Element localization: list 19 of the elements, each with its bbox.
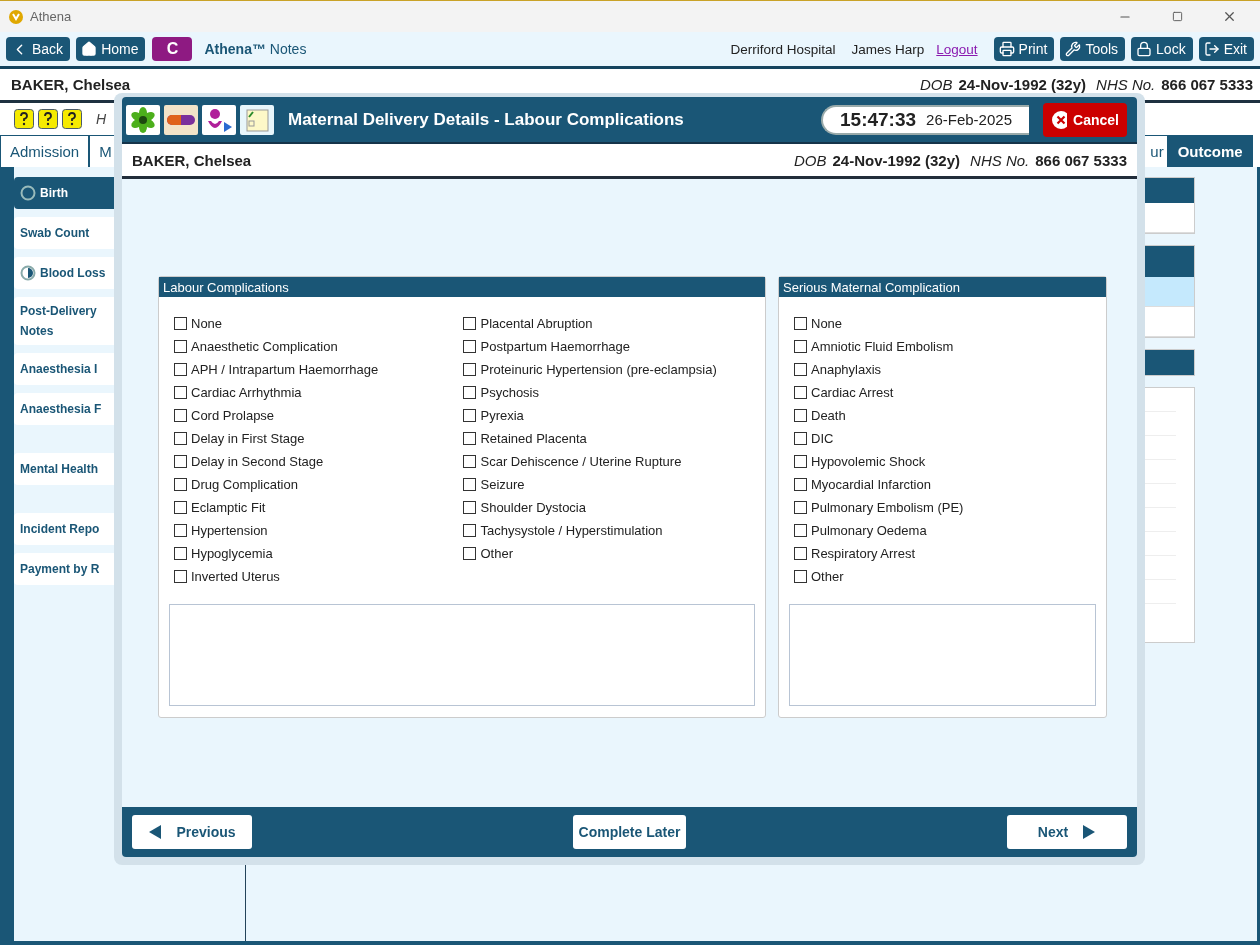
window-title: Athena [30, 9, 73, 24]
dob-label: DOB [793, 151, 827, 169]
quick-bar-text: H [96, 111, 107, 127]
clock: 15:47:33 26-Feb-2025 [821, 104, 1029, 135]
nhs-value: 866 067 5333 [1035, 151, 1127, 169]
hospital-name: Derriford Hospital [730, 41, 836, 57]
patient-name: BAKER, Chelsea [132, 151, 253, 169]
dob-value: 24-Nov-1992 (32y) [832, 151, 961, 169]
patient-name: BAKER, Chelsea [11, 76, 132, 93]
app-name: Athena™ Notes [204, 41, 308, 57]
panel-title: Labour Complications [159, 277, 765, 297]
dialog-title: Maternal Delivery Details - Labour Complications [288, 109, 685, 130]
nhs-label: NHS No. [1096, 76, 1156, 93]
dob-value: 24-Nov-1992 (32y) [958, 76, 1087, 93]
user-name: James Harp [851, 41, 925, 57]
nhs-value: 866 067 5333 [1161, 76, 1253, 93]
panel-title: Serious Maternal Complication [779, 277, 1106, 297]
dob-label: DOB [919, 76, 953, 93]
nhs-label: NHS No. [970, 151, 1030, 169]
